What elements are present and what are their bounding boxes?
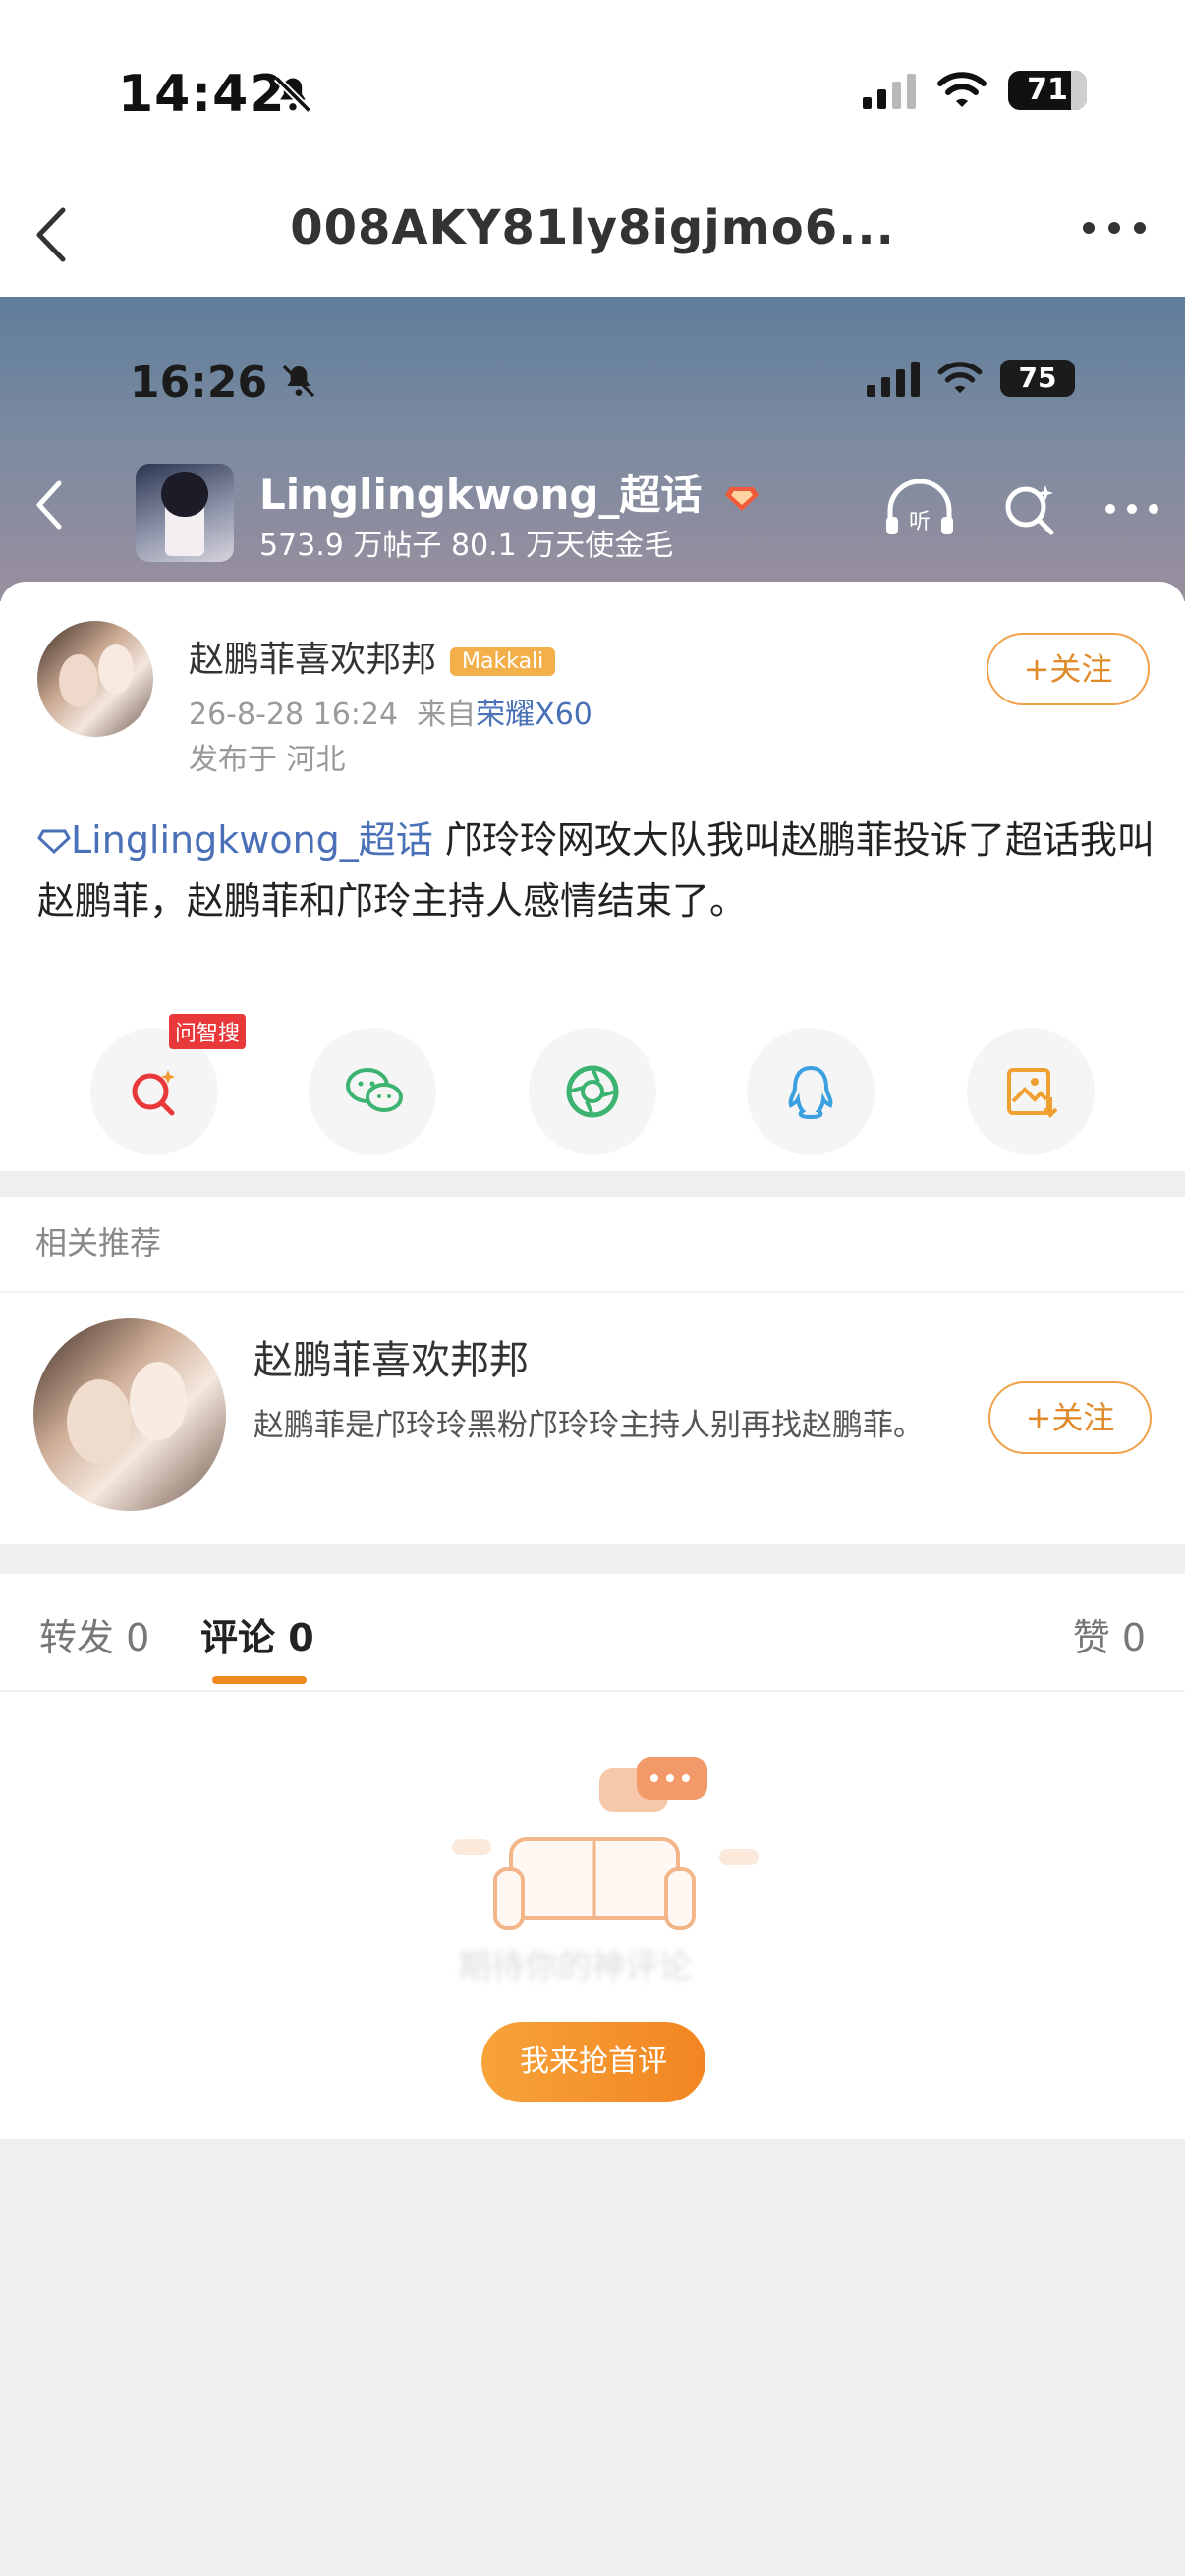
diamond-small-icon [37, 829, 71, 855]
post-card: 赵鹏菲喜欢邦邦 Makkali 26-8-28 16:24 来自荣耀X60 发布于… [0, 582, 1185, 1171]
recommend-desc: 赵鹏菲是邝玲玲黑粉邝玲玲主持人别再找赵鹏菲。 [254, 1408, 924, 1443]
avatar[interactable] [33, 1318, 226, 1511]
share-wechat[interactable] [309, 1028, 436, 1155]
share-moments[interactable] [529, 1028, 656, 1155]
search-sparkle-icon[interactable] [1000, 479, 1059, 538]
empty-text: 期待你的神评论 [458, 1947, 692, 1987]
diamond-badge-icon [725, 486, 760, 511]
super-topic-avatar[interactable] [136, 464, 234, 562]
more-horizontal-icon[interactable] [1102, 499, 1161, 519]
svg-text:听: 听 [909, 510, 931, 534]
post-source-prefix: 来自 [417, 698, 477, 732]
super-topic-header: 16:26 75 Linglingkwong_超话 573.9 万帖子 80.1… [0, 297, 1185, 601]
share-tag-badge: 问智搜 [169, 1014, 247, 1049]
battery-icon: 71 [1008, 71, 1087, 110]
post-source[interactable]: 荣耀X60 [476, 698, 592, 732]
super-topic-title[interactable]: Linglingkwong_超话 [259, 462, 760, 522]
chevron-left-icon[interactable] [28, 200, 77, 269]
tab-indicator [212, 1676, 307, 1684]
share-save-image[interactable] [967, 1028, 1095, 1155]
battery-icon: 75 [1000, 360, 1075, 397]
topic-link[interactable]: Linglingkwong_超话 [37, 818, 433, 862]
share-qq[interactable] [747, 1028, 875, 1155]
inner-status-time: 16:26 [130, 358, 268, 408]
cellular-signal-icon [863, 72, 916, 109]
bottom-area [0, 2139, 1185, 2576]
divider [0, 1291, 1185, 1293]
post-body: Linglingkwong_超话 邝玲玲网攻大队我叫赵鹏菲投诉了超话我叫赵鹏菲，… [37, 810, 1157, 931]
status-time: 14:42 [118, 65, 286, 124]
page-title: 008AKY81ly8igjmo6... [290, 200, 895, 255]
interaction-tabs: 转发 0 评论 0 赞 0 [0, 1574, 1185, 1702]
post-time: 26-8-28 16:24 [189, 698, 399, 732]
post-location: 发布于 河北 [189, 743, 346, 777]
embedded-screenshot: 16:26 75 Linglingkwong_超话 573.9 万帖子 80.1… [0, 297, 1185, 2139]
listen-headphones-icon[interactable]: 听 [882, 479, 957, 538]
super-topic-stats: 573.9 万帖子 80.1 万天使金毛 [259, 529, 674, 563]
follow-button[interactable]: +关注 [988, 1381, 1152, 1454]
bell-slash-icon [273, 75, 312, 114]
chevron-left-icon[interactable] [29, 476, 69, 534]
nav-bar: 008AKY81ly8igjmo6... [0, 177, 1185, 297]
save-image-icon [1007, 1068, 1058, 1118]
wifi-icon [937, 72, 987, 107]
wechat-icon [346, 1068, 403, 1112]
more-horizontal-icon[interactable] [1083, 222, 1146, 234]
divider [0, 1690, 1185, 1692]
moments-icon [566, 1065, 619, 1118]
bell-slash-icon [282, 364, 315, 398]
tab-repost[interactable]: 转发 0 [39, 1607, 149, 1661]
divider [0, 1544, 1185, 1574]
header-actions: 听 [882, 479, 1161, 538]
recommend-name[interactable]: 赵鹏菲喜欢邦邦 [254, 1328, 529, 1385]
recommend-heading: 相关推荐 [35, 1224, 162, 1261]
post-meta: 26-8-28 16:24 来自荣耀X60 [189, 690, 592, 733]
follow-button[interactable]: +关注 [987, 633, 1150, 705]
status-bar: 14:42 71 [0, 0, 1185, 177]
tab-like[interactable]: 赞 0 [1073, 1607, 1146, 1661]
divider [0, 1171, 1185, 1197]
inner-status-right: 75 [867, 360, 1075, 397]
wifi-icon [937, 362, 983, 394]
post-author[interactable]: 赵鹏菲喜欢邦邦 Makkali [189, 631, 556, 682]
tab-comment[interactable]: 评论 0 [200, 1607, 314, 1661]
author-tag: Makkali [450, 646, 556, 676]
qq-icon [788, 1065, 833, 1120]
empty-sofa-illustration [452, 1757, 759, 1930]
status-right: 71 [863, 71, 1087, 110]
avatar[interactable] [37, 621, 153, 737]
search-sparkle-icon [132, 1070, 175, 1116]
cellular-signal-icon [867, 360, 920, 397]
first-comment-button[interactable]: 我来抢首评 [481, 2022, 705, 2102]
